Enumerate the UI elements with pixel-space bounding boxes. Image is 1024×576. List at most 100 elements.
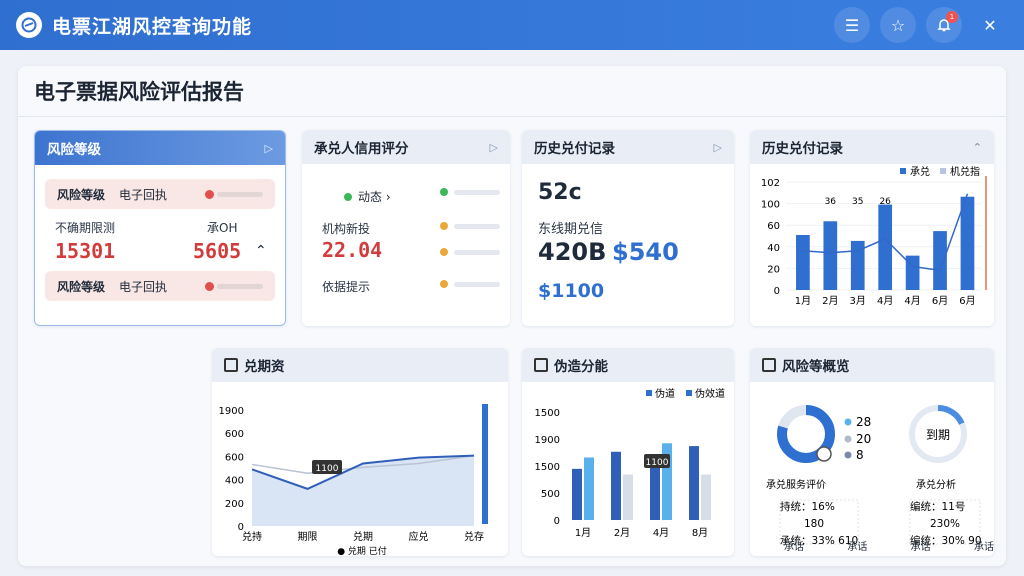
y-tick-label: 600: [225, 429, 244, 440]
tooltip-text: 1100: [316, 464, 339, 474]
credit-bar: [440, 248, 500, 256]
risk-row-label: 风险等级: [57, 279, 106, 294]
trend-up-icon: ⌃: [255, 243, 267, 259]
credit-bar: [440, 222, 500, 230]
credit-item-label: 动态 ›: [358, 190, 391, 204]
history-amount-1: 420B: [538, 238, 607, 266]
overview-right-row-1: 编统：11号: [910, 500, 965, 513]
bar: [611, 451, 621, 520]
y-tick-label: 1500: [535, 408, 560, 419]
y-tick-label: 100: [761, 200, 780, 211]
close-icon[interactable]: ✕: [972, 7, 1008, 43]
legend-label: 伪道: [655, 387, 675, 400]
distribution-card[interactable]: 伪造分能 0 500 1500 1900 1500 伪道 伪效道 1月 2月 4月 8月 1100: [522, 348, 734, 556]
overview-footer-item: 承话: [910, 542, 931, 553]
bar: [572, 468, 582, 520]
bar: [623, 474, 633, 520]
overview-left-row-1: 持统：16%: [780, 500, 835, 513]
collapse-arrow-icon[interactable]: ⌃: [973, 141, 982, 154]
credit-score-card[interactable]: 承兑人信用评分 ▷ 动态 › 机构新投 22.04 依据提示: [302, 130, 510, 326]
x-tick-label: 兑存: [464, 530, 484, 543]
x-tick-label: 2月: [822, 295, 838, 307]
legend-label: 承兑: [910, 166, 930, 178]
page-title: 电子票据风险评估报告: [34, 80, 244, 104]
history-amount-3: $1100: [538, 280, 605, 302]
area-chart-card[interactable]: 兑期资 0 200 400 600 600 1900 兑持 期限 兑期 应兑 兑存 1100 ● 兑期 …: [212, 348, 508, 556]
credit-bar: [440, 188, 500, 196]
history-top-value: 52c: [538, 180, 582, 205]
history-sub-label: 东线期兑信: [538, 222, 604, 237]
x-tick-label: 6月: [932, 295, 948, 307]
y-tick-label: 102: [761, 178, 780, 189]
overview-donuts: 28 20 8 到期 承兑服务评价 承兑分析 持统：16% 180 承统：33%…: [766, 405, 982, 547]
credit-card-title: 承兑人信用评分: [314, 141, 409, 157]
legend-swatch: [900, 168, 906, 174]
overview-donut-center: 到期: [926, 428, 950, 442]
area-chart: 02004006006001900兑持 期限 兑期 应兑 兑存1100● 兑期 已付: [219, 404, 488, 556]
y-tick-label: 0: [554, 516, 560, 527]
expand-arrow-icon[interactable]: ▷: [714, 141, 722, 154]
history-chart-title: 历史兑付记录: [762, 141, 843, 157]
history-chart-card[interactable]: 历史兑付记录 ⌃ 0 20 40 60 100 102 承兑 机兑指 1月 2月 3月 4月 4月 6月 6月…: [750, 130, 994, 326]
data-label: 26: [879, 197, 891, 207]
risk-row-1: 风险等级 电子回执: [45, 179, 275, 209]
credit-bar: [440, 280, 500, 288]
risk-mid-right-label: 承OH: [207, 221, 238, 235]
notification-bell-icon[interactable]: 1: [926, 7, 962, 43]
risk-row-value: 电子回执: [119, 279, 168, 294]
x-tick-label: 6月: [959, 295, 975, 307]
risk-level-card[interactable]: 风险等级 ▷ 风险等级 电子回执 不确期限测 承OH 15301 5605 ⌃ 风…: [34, 130, 286, 326]
x-tick-label: 兑持: [242, 530, 262, 543]
y-tick-label: 600: [225, 452, 244, 463]
bar: [689, 446, 699, 520]
bar: [701, 474, 711, 520]
bar: [796, 235, 810, 290]
x-tick-label: 3月: [850, 295, 866, 307]
x-tick-label: 2月: [614, 527, 630, 539]
risk-overview-card[interactable]: 风险等概览 28 20 8 到期 承兑服务评价 承兑分析 持统：16% 180 …: [750, 348, 994, 556]
expand-arrow-icon[interactable]: ▷: [265, 142, 273, 155]
dist-card-title: 伪造分能: [554, 359, 608, 375]
legend-label: 伪效道: [695, 387, 725, 400]
menu-list-icon[interactable]: ☰: [834, 7, 870, 43]
star-icon[interactable]: ☆: [880, 7, 916, 43]
history-payment-card[interactable]: 历史兑付记录 ▷ 52c 东线期兑信 420B $540 $1100: [522, 130, 734, 326]
top-bar: 电票江湖风控查询功能 ☰ ☆ 1 ✕: [0, 0, 1024, 50]
overview-caption-left: 承兑服务评价: [766, 478, 826, 491]
data-label: 35: [852, 197, 863, 207]
y-tick-label: 60: [767, 221, 780, 232]
x-tick-label: 8月: [692, 527, 708, 539]
risk-indicator: [205, 189, 263, 199]
credit-item: 动态 ›: [344, 188, 391, 205]
y-tick-label: 500: [541, 489, 560, 500]
bar: [823, 221, 838, 290]
y-tick-label: 0: [774, 286, 780, 297]
bar: [878, 204, 893, 290]
legend-swatch: [940, 168, 946, 174]
x-tick-label: 1月: [795, 295, 811, 307]
x-tick-label: 1月: [575, 527, 591, 539]
overview-footer-item: 承话: [847, 542, 868, 553]
history-amount-2: $540: [612, 238, 679, 266]
overview-footer-item: 承话: [784, 542, 804, 553]
risk-mid-left-label: 不确期限测: [55, 221, 116, 235]
x-tick-label: 4月: [904, 295, 920, 307]
y-tick-label: 1900: [535, 435, 560, 446]
distribution-bar-chart: 0 500 1500 1900 1500 伪道 伪效道 1月 2月 4月 8月 1100: [535, 387, 725, 539]
scrollbar: [482, 404, 488, 524]
notification-count-badge: 1: [946, 11, 958, 23]
expand-arrow-icon[interactable]: ▷: [490, 141, 498, 154]
credit-foot-label: 依据提示: [322, 280, 371, 294]
risk-card-title: 风险等级: [47, 142, 101, 158]
credit-score-value: 22.04: [322, 238, 383, 262]
report-panel: 电子票据风险评估报告 风险等级 ▷ 风险等级 电子回执 不确期限测 承OH 153…: [18, 66, 1006, 566]
overview-legend-1: 28: [856, 415, 871, 429]
y-tick-label: 1500: [535, 462, 560, 473]
history-bar-chart: 0 20 40 60 100 102 承兑 机兑指 1月 2月 3月 4月 4月 6月 6月 36 35 26: [761, 166, 987, 307]
y-tick-label: 400: [225, 476, 244, 487]
overview-legend-2: 20: [856, 432, 871, 446]
legend-swatch: [646, 390, 652, 396]
overview-footer-item: 承话: [973, 542, 994, 553]
app-logo-icon: [16, 12, 42, 38]
legend-swatch: [686, 390, 692, 396]
